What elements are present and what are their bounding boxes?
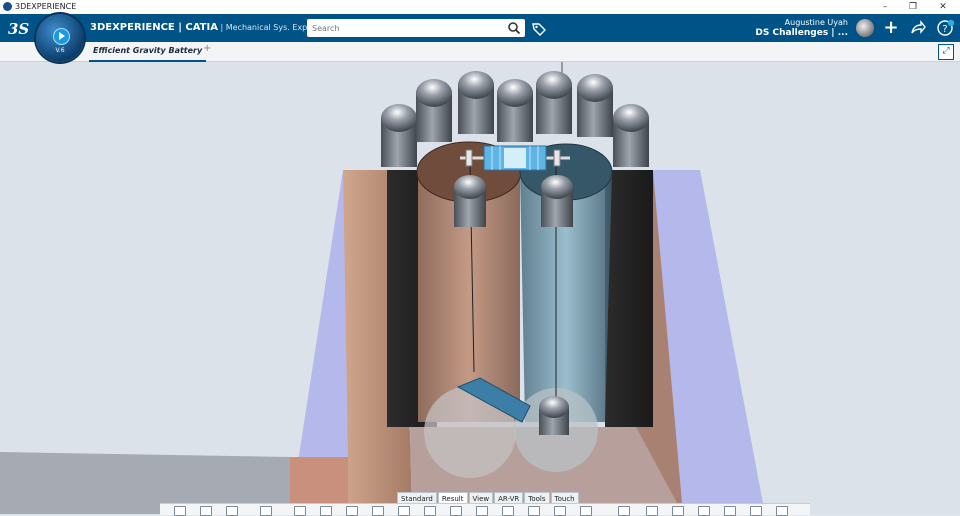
action-bar [160, 503, 810, 516]
tool-icon[interactable] [372, 506, 384, 516]
window-title: 3DEXPERIENCE [15, 2, 77, 11]
tool-icon[interactable] [424, 506, 436, 516]
play-icon[interactable] [53, 28, 70, 45]
tool-icon[interactable] [698, 506, 710, 516]
add-icon[interactable]: + [882, 19, 900, 37]
tool-icon[interactable] [618, 506, 630, 516]
right-weight-upper-dome [541, 175, 573, 199]
keyboard-icon[interactable] [646, 506, 658, 516]
close-button[interactable]: ✕ [930, 0, 956, 14]
tool-icon[interactable] [580, 506, 592, 516]
tab-efficient-gravity-battery[interactable]: Efficient Gravity Battery [89, 42, 207, 62]
minimize-button[interactable]: – [872, 0, 898, 14]
tool-icon[interactable] [672, 506, 684, 516]
tool-icon[interactable] [174, 506, 186, 516]
window-titlebar: 3DEXPERIENCE – ❐ ✕ [0, 0, 960, 14]
bottom-weight-dome [539, 396, 569, 418]
keyboard-icon[interactable] [320, 506, 332, 516]
tool-icon[interactable] [226, 506, 238, 516]
3d-viewport[interactable] [0, 62, 960, 514]
tool-icon[interactable] [200, 506, 212, 516]
brand-main: 3DEXPERIENCE | CATIA [90, 22, 218, 33]
user-info[interactable]: Augustine Uyah DS Challenges | ... [755, 17, 848, 39]
maximize-button[interactable]: ❐ [900, 0, 926, 14]
tool-icon[interactable] [750, 506, 762, 516]
tool-icon[interactable] [294, 506, 306, 516]
add-tab-button[interactable]: + [203, 43, 211, 54]
tool-icon[interactable] [346, 506, 358, 516]
shaft-right-dark [605, 170, 653, 427]
avatar[interactable] [856, 19, 874, 37]
tool-icon[interactable] [260, 506, 272, 516]
user-name: Augustine Uyah [784, 18, 848, 27]
tag-icon[interactable] [531, 21, 547, 37]
left-weight-dome [454, 175, 486, 199]
tool-icon[interactable] [554, 506, 566, 516]
app-brand: 3DEXPERIENCE | CATIA | Mechanical Sys. E… [90, 22, 330, 33]
ds-logo[interactable]: 3S [8, 20, 29, 38]
tool-icon[interactable] [724, 506, 736, 516]
tool-icon[interactable] [528, 506, 540, 516]
tool-icon[interactable] [502, 506, 514, 516]
svg-text:?: ? [942, 24, 947, 35]
tool-icon[interactable] [398, 506, 410, 516]
top-bar: 3S 3DEXPERIENCE | CATIA | Mechanical Sys… [0, 14, 960, 42]
search-box[interactable] [307, 19, 525, 37]
tool-icon[interactable] [476, 506, 488, 516]
share-icon[interactable] [909, 19, 927, 37]
search-icon[interactable] [507, 21, 521, 35]
3d-scene[interactable] [0, 62, 960, 514]
compass-widget[interactable]: V.6 [36, 14, 84, 62]
tool-icon[interactable] [450, 506, 462, 516]
compass-version: V.6 [55, 47, 65, 54]
tab-bar: Efficient Gravity Battery + ⤢ [0, 42, 960, 62]
tool-icon[interactable] [776, 506, 788, 516]
app-icon [3, 2, 12, 11]
user-context[interactable]: DS Challenges | ... [755, 28, 848, 39]
expand-icon[interactable]: ⤢ [938, 44, 954, 60]
search-input[interactable] [307, 19, 507, 37]
help-icon[interactable]: ? [936, 19, 954, 37]
